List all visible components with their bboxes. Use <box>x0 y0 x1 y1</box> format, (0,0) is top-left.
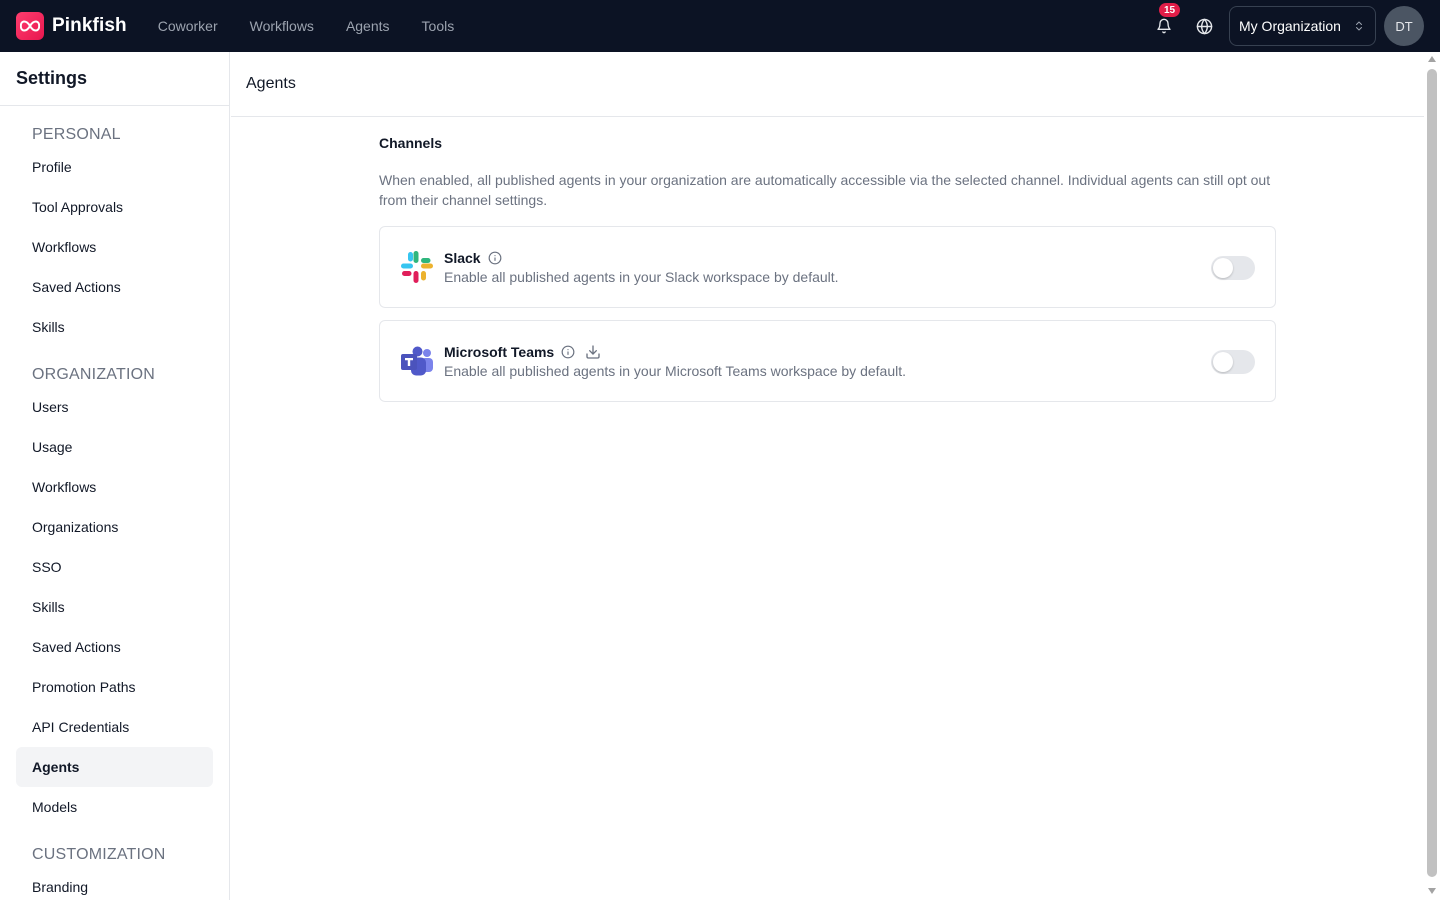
sidebar-group-label: CUSTOMIZATION <box>32 846 166 863</box>
slack-logo-icon <box>399 249 435 285</box>
topbar-actions: 15 My Organization DT <box>1153 0 1424 52</box>
info-icon[interactable] <box>488 251 502 265</box>
toggle-knob <box>1213 258 1233 278</box>
organization-select-value: My Organization <box>1239 18 1341 34</box>
brand-name: Pinkfish <box>52 15 127 36</box>
pinkfish-logo-icon <box>16 12 44 40</box>
sidebar-group-label: PERSONAL <box>32 126 121 143</box>
top-nav: Coworker Workflows Agents Tools <box>158 18 487 34</box>
sidebar-item-users[interactable]: Users <box>16 387 213 427</box>
sidebar-item-tool-approvals[interactable]: Tool Approvals <box>16 187 213 227</box>
sidebar-item-branding[interactable]: Branding <box>16 867 213 900</box>
channel-name: Microsoft Teams <box>444 344 555 360</box>
sidebar-item-usage[interactable]: Usage <box>16 427 213 467</box>
channel-card-text: Microsoft Teams Enable all published age… <box>444 342 906 379</box>
top-navigation-bar: Pinkfish Coworker Workflows Agents Tools… <box>0 0 1440 52</box>
sidebar-item-agents[interactable]: Agents <box>16 747 213 787</box>
sidebar-item-org-workflows[interactable]: Workflows <box>16 467 213 507</box>
section-description: When enabled, all published agents in yo… <box>379 172 1271 208</box>
top-nav-agents[interactable]: Agents <box>346 18 390 34</box>
sidebar-item-skills[interactable]: Skills <box>16 307 213 347</box>
chevrons-up-down-icon <box>1356 21 1362 31</box>
scroll-down-arrow-icon[interactable] <box>1428 888 1436 896</box>
channel-title-row: Microsoft Teams <box>444 342 906 362</box>
organization-select[interactable]: My Organization <box>1229 6 1376 46</box>
bell-icon <box>1157 18 1171 34</box>
top-nav-coworker[interactable]: Coworker <box>158 18 218 34</box>
toggle-knob <box>1213 352 1233 372</box>
sidebar-group-customization: CUSTOMIZATION Branding <box>0 843 229 900</box>
sidebar-item-profile[interactable]: Profile <box>16 147 213 187</box>
sidebar-item-models[interactable]: Models <box>16 787 213 827</box>
sidebar-item-org-saved-actions[interactable]: Saved Actions <box>16 627 213 667</box>
sidebar-group-organization: ORGANIZATION Users Usage Workflows Organ… <box>0 363 229 827</box>
page-title: Agents <box>231 52 1424 117</box>
microsoft-teams-enable-toggle[interactable] <box>1211 350 1255 374</box>
language-button[interactable] <box>1193 15 1215 37</box>
brand[interactable]: Pinkfish <box>16 12 127 40</box>
channel-title-row: Slack <box>444 248 839 268</box>
top-nav-tools[interactable]: Tools <box>422 18 455 34</box>
user-avatar[interactable]: DT <box>1384 6 1424 46</box>
microsoft-teams-logo-icon <box>399 343 435 379</box>
channel-description: Enable all published agents in your Micr… <box>444 363 906 379</box>
channel-card-text: Slack Enable all published agents in you… <box>444 248 839 285</box>
sidebar-title: Settings <box>0 52 229 106</box>
channel-description: Enable all published agents in your Slac… <box>444 269 839 285</box>
channel-name: Slack <box>444 250 481 266</box>
scrollbar-thumb[interactable] <box>1427 69 1437 877</box>
sidebar-group-label: ORGANIZATION <box>32 366 155 383</box>
notification-count-badge: 15 <box>1159 3 1180 17</box>
notifications-button[interactable]: 15 <box>1153 3 1180 37</box>
sidebar-item-workflows[interactable]: Workflows <box>16 227 213 267</box>
main-content: Agents Channels When enabled, all publis… <box>231 52 1424 900</box>
sidebar-item-org-skills[interactable]: Skills <box>16 587 213 627</box>
page-scrollbar[interactable] <box>1424 52 1440 900</box>
channel-card-slack: Slack Enable all published agents in you… <box>379 226 1276 308</box>
section-title: Channels <box>379 135 443 151</box>
scroll-up-arrow-icon[interactable] <box>1428 56 1436 64</box>
channels-section: Channels When enabled, all published age… <box>379 135 1276 402</box>
top-nav-workflows[interactable]: Workflows <box>250 18 314 34</box>
sidebar-group-personal: PERSONAL Profile Tool Approvals Workflow… <box>0 123 229 347</box>
sidebar-item-promotion-paths[interactable]: Promotion Paths <box>16 667 213 707</box>
globe-icon <box>1196 18 1212 34</box>
sidebar-item-api-credentials[interactable]: API Credentials <box>16 707 213 747</box>
sidebar-item-sso[interactable]: SSO <box>16 547 213 587</box>
sidebar-item-organizations[interactable]: Organizations <box>16 507 213 547</box>
settings-sidebar: Settings PERSONAL Profile Tool Approvals… <box>0 52 230 900</box>
download-icon[interactable] <box>585 344 601 360</box>
channel-card-microsoft-teams: Microsoft Teams Enable all published age… <box>379 320 1276 402</box>
info-icon[interactable] <box>561 345 575 359</box>
slack-enable-toggle[interactable] <box>1211 256 1255 280</box>
sidebar-item-saved-actions[interactable]: Saved Actions <box>16 267 213 307</box>
